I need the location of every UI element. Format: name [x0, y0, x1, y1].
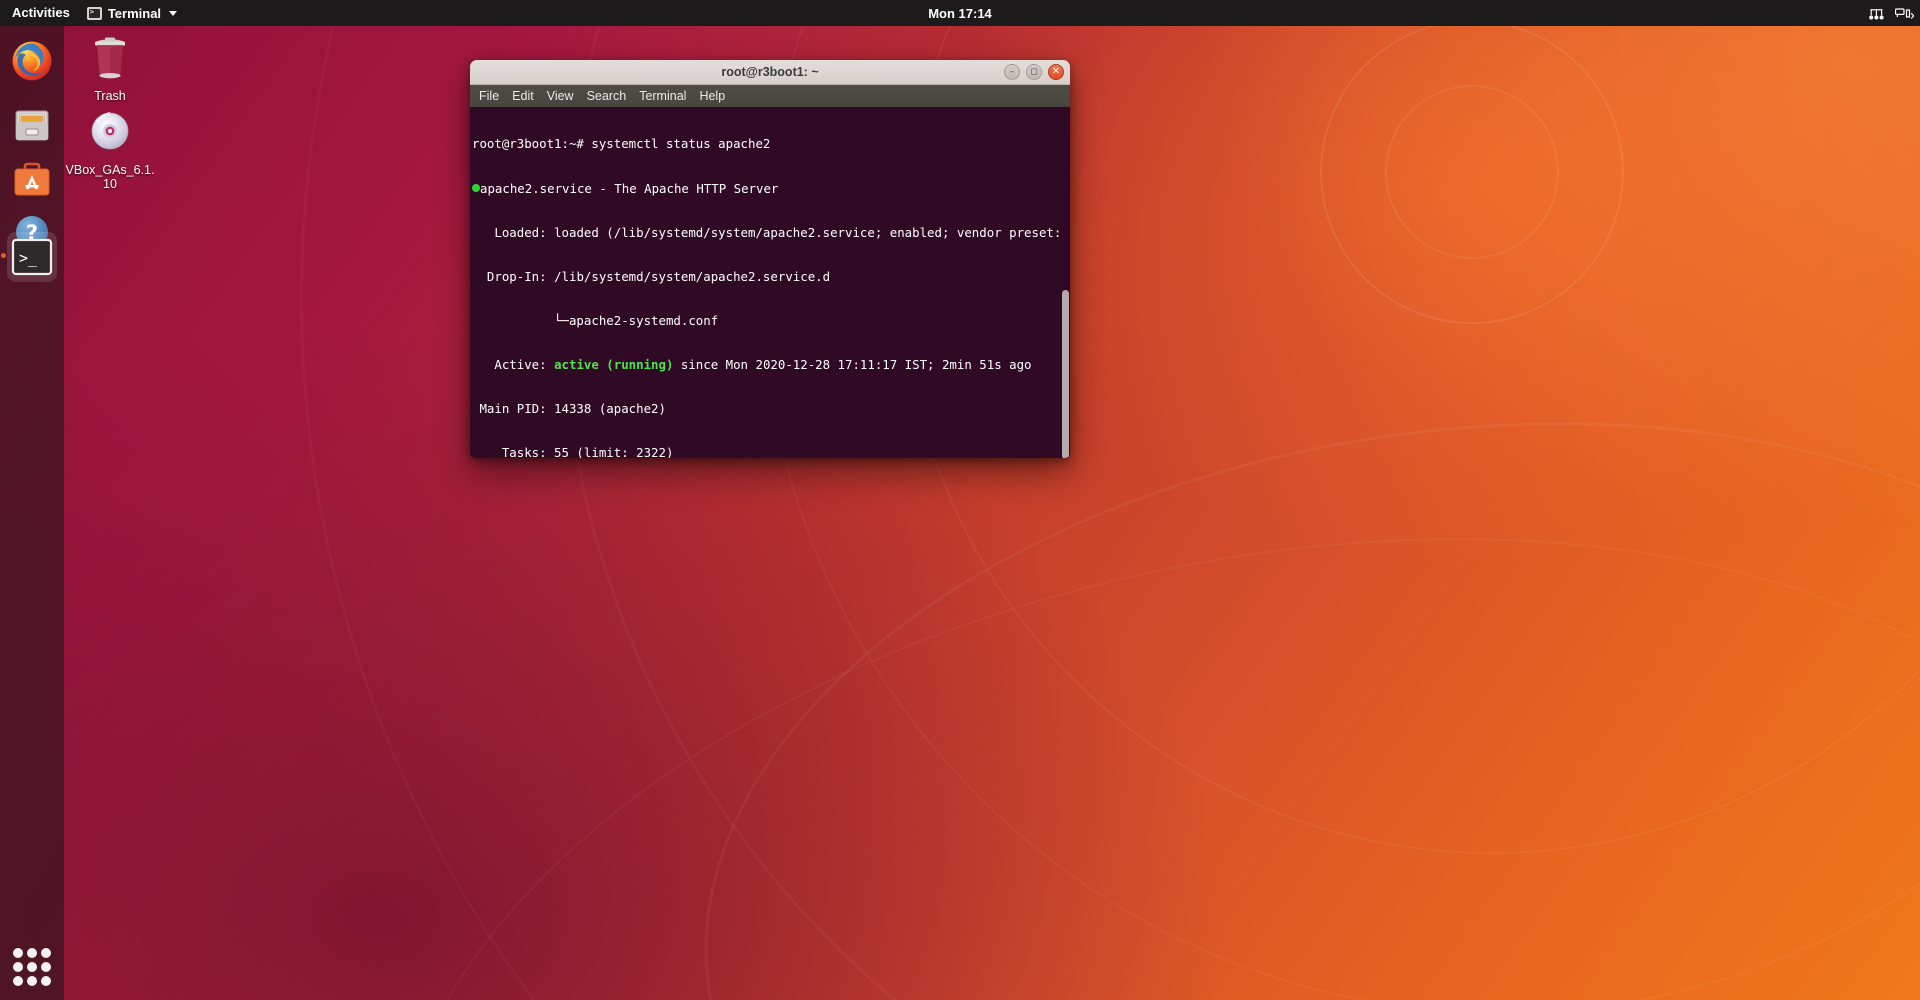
- dock-item-ubuntu-software[interactable]: [7, 154, 57, 204]
- clock[interactable]: Mon 17:14: [0, 6, 1920, 21]
- cd-disc-icon: [64, 107, 156, 160]
- terminal-line-active: Active: active (running) since Mon 2020-…: [472, 356, 1070, 373]
- terminal-window: root@r3boot1: ~ – ◻ ✕ File Edit View Sea…: [470, 60, 1070, 458]
- apps-grid-dot: [27, 976, 37, 986]
- active-label: Active:: [472, 356, 555, 372]
- window-controls: – ◻ ✕: [1004, 60, 1064, 84]
- system-tray: [1868, 0, 1914, 26]
- unit-text: apache2.service - The Apache HTTP Server: [480, 180, 779, 196]
- terminal-line-tasks: Tasks: 55 (limit: 2322): [472, 445, 1070, 458]
- maximize-icon: ◻: [1030, 66, 1038, 77]
- dropin-child: └─apache2-systemd.conf: [472, 312, 719, 328]
- menu-help[interactable]: Help: [699, 85, 725, 107]
- trash-icon: [64, 33, 156, 86]
- apps-grid-dot: [41, 962, 51, 972]
- terminal-line-loaded: Loaded: loaded (/lib/systemd/system/apac…: [472, 224, 1070, 241]
- terminal-scrollbar[interactable]: [1061, 107, 1070, 458]
- loaded-value: loaded (/lib/systemd/system/apache2.serv…: [554, 224, 1062, 240]
- network-icon[interactable]: [1868, 6, 1885, 21]
- wallpaper-ring: [1320, 20, 1624, 324]
- terminal-line-dropin: Drop-In: /lib/systemd/system/apache2.ser…: [472, 268, 1070, 285]
- desktop-icon-trash[interactable]: Trash: [64, 33, 156, 103]
- apps-grid-dot: [41, 948, 51, 958]
- minimize-icon: –: [1009, 66, 1015, 77]
- apps-grid-dot: [13, 976, 23, 986]
- desktop-icon-label: Trash: [94, 89, 126, 103]
- dock-item-files[interactable]: [7, 100, 57, 150]
- terminal-line-unit: apache2.service - The Apache HTTP Server: [472, 180, 1070, 197]
- scrollbar-thumb[interactable]: [1062, 290, 1069, 458]
- terminal-icon: [86, 6, 102, 20]
- show-applications-button[interactable]: [13, 948, 51, 986]
- ubuntu-software-icon: [11, 158, 53, 200]
- activities-button[interactable]: Activities: [0, 0, 79, 26]
- apps-grid-dot: [13, 948, 23, 958]
- wallpaper-swoosh: [294, 388, 1920, 1000]
- terminal-line-mainpid: Main PID: 14338 (apache2): [472, 400, 1070, 417]
- menu-file[interactable]: File: [479, 85, 499, 107]
- system-menu-icon[interactable]: [1895, 6, 1914, 21]
- menu-search[interactable]: Search: [587, 85, 627, 107]
- menu-view[interactable]: View: [547, 85, 574, 107]
- mainpid-text: Main PID: 14338 (apache2): [472, 400, 666, 416]
- terminal-icon: >_: [11, 236, 53, 278]
- apps-grid-dot: [27, 962, 37, 972]
- chevron-down-icon: [169, 10, 178, 16]
- prompt-text: root@r3boot1:~# systemctl status apache2: [472, 136, 771, 152]
- app-menu-terminal[interactable]: Terminal: [79, 0, 185, 26]
- wallpaper-ring: [1385, 85, 1559, 259]
- apps-grid-dot: [41, 976, 51, 986]
- svg-text:>_: >_: [19, 249, 38, 267]
- terminal-output: root@r3boot1:~# systemctl status apache2…: [472, 108, 1070, 458]
- top-bar: Activities Terminal Mon 17:14: [0, 0, 1920, 26]
- window-title: root@r3boot1: ~: [721, 65, 819, 79]
- minimize-button[interactable]: –: [1004, 64, 1020, 80]
- loaded-label: Loaded:: [472, 224, 555, 240]
- close-button[interactable]: ✕: [1048, 64, 1064, 80]
- tasks-text: Tasks: 55 (limit: 2322): [472, 445, 674, 458]
- terminal-line-dropin-child: └─apache2-systemd.conf: [472, 312, 1070, 329]
- window-titlebar[interactable]: root@r3boot1: ~ – ◻ ✕: [470, 60, 1070, 85]
- status-dot-icon: [472, 184, 480, 192]
- dropin-value: /lib/systemd/system/apache2.service.d: [554, 268, 831, 284]
- dropin-label: Drop-In:: [472, 268, 555, 284]
- active-state: active (running): [554, 356, 674, 372]
- menubar: File Edit View Search Terminal Help: [470, 85, 1070, 107]
- desktop-icon-vbox-guest-additions[interactable]: VBox_GAs_6.1.10: [64, 107, 156, 191]
- dock-item-terminal[interactable]: >_: [1, 232, 57, 282]
- close-icon: ✕: [1051, 66, 1061, 77]
- maximize-button[interactable]: ◻: [1026, 64, 1042, 80]
- apps-grid-dot: [13, 962, 23, 972]
- files-icon: [11, 104, 53, 146]
- firefox-icon: [11, 40, 53, 82]
- dock-item-firefox[interactable]: [7, 36, 57, 86]
- apps-grid-dot: [27, 948, 37, 958]
- terminal-body[interactable]: root@r3boot1:~# systemctl status apache2…: [470, 107, 1070, 458]
- active-since: since Mon 2020-12-28 17:11:17 IST; 2min …: [673, 356, 1032, 372]
- menu-terminal[interactable]: Terminal: [639, 85, 686, 107]
- dock: ? >_: [0, 26, 64, 1000]
- desktop-icon-label: VBox_GAs_6.1.10: [65, 163, 155, 191]
- menu-edit[interactable]: Edit: [512, 85, 534, 107]
- app-menu-label: Terminal: [107, 5, 162, 21]
- terminal-line-prompt: root@r3boot1:~# systemctl status apache2: [472, 137, 1070, 152]
